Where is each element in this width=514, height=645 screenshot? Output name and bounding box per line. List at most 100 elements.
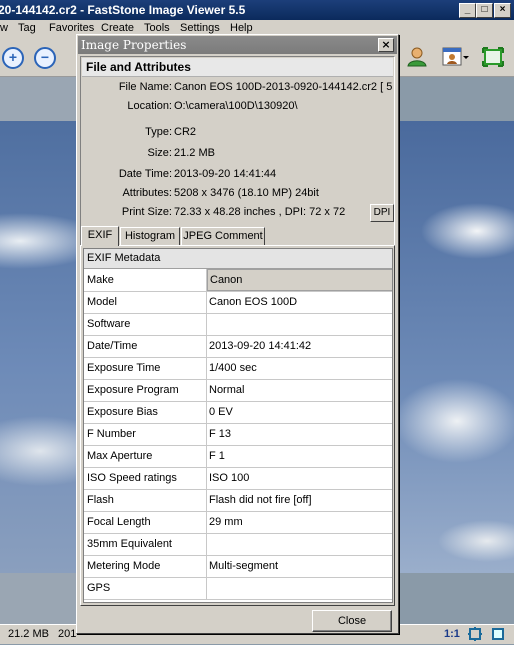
zoom-in-icon[interactable]: + — [2, 47, 24, 69]
attr-row-location: Location: O:\camera\100D\130920\ — [81, 100, 394, 114]
app-title: 20-144142.cr2 - FastStone Image Viewer 5… — [0, 3, 246, 17]
exif-key: Software — [84, 313, 207, 335]
zoom-out-icon[interactable]: − — [34, 47, 56, 69]
attr-label: Size: — [147, 147, 172, 159]
exif-key: Exposure Bias — [84, 401, 207, 423]
attr-row-type: Type: CR2 — [81, 126, 394, 140]
exif-row[interactable]: Make Canon — [84, 269, 392, 292]
attr-value: CR2 — [174, 126, 197, 138]
user-icon[interactable] — [405, 46, 429, 68]
tab-histogram[interactable]: Histogram — [120, 227, 180, 245]
exif-key: Model — [84, 291, 207, 313]
attr-row-size: Size: 21.2 MB — [81, 147, 394, 161]
exif-row[interactable]: Exposure Time 1/400 sec — [84, 357, 392, 380]
exif-row[interactable]: Focal Length 29 mm — [84, 511, 392, 534]
status-zoom[interactable]: 1:1 — [444, 628, 460, 640]
file-attributes-title: File and Attributes — [86, 60, 191, 74]
attr-row-date-time: Date Time: 2013-09-20 14:41:44 — [81, 168, 394, 182]
attr-label: Type: — [145, 126, 172, 138]
exif-value: Canon — [207, 269, 392, 291]
exif-value — [207, 533, 391, 555]
exif-row[interactable]: Model Canon EOS 100D — [84, 291, 392, 314]
exif-key: Max Aperture — [84, 445, 207, 467]
fullscreen-icon[interactable] — [481, 46, 505, 68]
attr-row-attributes: Attributes: 5208 x 3476 (18.10 MP) 24bit — [81, 187, 394, 201]
tab-jpeg-comment[interactable]: JPEG Comment — [181, 227, 265, 245]
exif-value: F 1 — [209, 450, 225, 462]
exif-value: 29 mm — [209, 516, 243, 528]
attr-label: Attributes: — [122, 187, 172, 199]
exif-key: F Number — [84, 423, 207, 445]
menu-item-create[interactable]: Create — [101, 22, 134, 34]
exif-row[interactable]: Exposure Bias 0 EV — [84, 401, 392, 424]
maximize-button[interactable]: □ — [476, 3, 493, 18]
close-button[interactable]: Close — [312, 610, 392, 632]
exif-key: 35mm Equivalent — [84, 533, 207, 555]
exif-value: ISO 100 — [209, 472, 250, 484]
dpi-button[interactable]: DPI — [370, 204, 394, 222]
fit-icon[interactable] — [467, 626, 483, 645]
exif-row[interactable]: 35mm Equivalent — [84, 533, 392, 556]
attr-value: Canon EOS 100D-2013-0920-144142.cr2 [ 5 — [174, 81, 393, 93]
attr-value: 21.2 MB — [174, 147, 215, 159]
contact-sheet-icon[interactable] — [442, 46, 469, 68]
minimize-button[interactable]: _ — [459, 3, 476, 18]
exif-value — [207, 577, 391, 599]
exif-key: Exposure Program — [84, 379, 207, 401]
dialog-close-icon[interactable]: × — [378, 38, 394, 52]
exif-key: Date/Time — [84, 335, 207, 357]
menu-item-tag[interactable]: Tag — [18, 22, 36, 34]
exif-value: 2013-09-20 14:41:42 — [209, 340, 312, 352]
exif-row[interactable]: Metering Mode Multi-segment — [84, 555, 392, 578]
file-attributes-header: File and Attributes — [82, 58, 393, 77]
attr-value: 2013-09-20 14:41:44 — [174, 168, 277, 180]
dialog-title-bar[interactable]: Image Properties × — [78, 36, 397, 54]
menu-item-settings[interactable]: Settings — [180, 22, 220, 34]
exif-key: ISO Speed ratings — [84, 467, 207, 489]
status-partial: 201 — [58, 628, 77, 640]
exif-table[interactable]: EXIF Metadata Make Canon Model Canon EOS 10… — [83, 248, 393, 603]
exif-value: Canon EOS 100D — [209, 296, 298, 308]
exif-value: Multi-segment — [209, 560, 279, 572]
attr-value: O:\camera\100D\130920\ — [174, 100, 298, 112]
exif-key: Focal Length — [84, 511, 207, 533]
menu-item-favorites[interactable]: Favorites — [49, 22, 94, 34]
exif-row[interactable]: Exposure Program Normal — [84, 379, 392, 402]
app-title-bar: 20-144142.cr2 - FastStone Image Viewer 5… — [0, 0, 514, 20]
exif-row[interactable]: ISO Speed ratings ISO 100 — [84, 467, 392, 490]
exif-key: Metering Mode — [84, 555, 207, 577]
exif-panel: EXIF Metadata Make Canon Model Canon EOS 10… — [80, 245, 395, 606]
attr-row-print-size: Print Size: 72.33 x 48.28 inches , DPI: … — [81, 206, 394, 220]
exif-row[interactable]: F Number F 13 — [84, 423, 392, 446]
status-file-size: 21.2 MB — [8, 628, 49, 640]
exif-table-title: EXIF Metadata — [84, 249, 392, 269]
attr-value: 72.33 x 48.28 inches , DPI: 72 x 72 — [174, 206, 346, 218]
exif-key: Exposure Time — [84, 357, 207, 379]
exif-key: GPS — [84, 577, 207, 599]
attr-label: File Name: — [118, 81, 172, 93]
exif-row[interactable]: GPS — [84, 577, 392, 600]
exif-value: Flash did not fire [off] — [209, 494, 312, 506]
menu-item-tools[interactable]: Tools — [144, 22, 170, 34]
tab-exif[interactable]: EXIF — [81, 226, 119, 246]
attr-row-file-name: File Name: Canon EOS 100D-2013-0920-1441… — [81, 81, 394, 95]
exif-title-label: EXIF Metadata — [87, 252, 161, 264]
exif-value: 0 EV — [209, 406, 233, 418]
window-close-button[interactable]: × — [494, 3, 511, 18]
exif-row[interactable]: Max Aperture F 1 — [84, 445, 392, 468]
attr-label: Print Size: — [121, 206, 172, 218]
image-properties-dialog: Image Properties × File and Attributes F… — [76, 34, 399, 634]
exif-row[interactable]: Flash Flash did not fire [off] — [84, 489, 392, 512]
menu-item-view[interactable]: w — [0, 22, 8, 34]
exif-value — [207, 313, 391, 335]
exif-row[interactable]: Date/Time 2013-09-20 14:41:42 — [84, 335, 392, 358]
full-view-icon[interactable] — [490, 626, 506, 645]
photo-preview-right — [397, 121, 514, 573]
exif-row[interactable]: Software — [84, 313, 392, 336]
exif-key: Make — [84, 269, 207, 291]
menu-item-help[interactable]: Help — [230, 22, 253, 34]
attr-label: Date Time: — [118, 168, 172, 180]
exif-key: Flash — [84, 489, 207, 511]
exif-value: 1/400 sec — [209, 362, 257, 374]
attr-label: Location: — [127, 100, 172, 112]
